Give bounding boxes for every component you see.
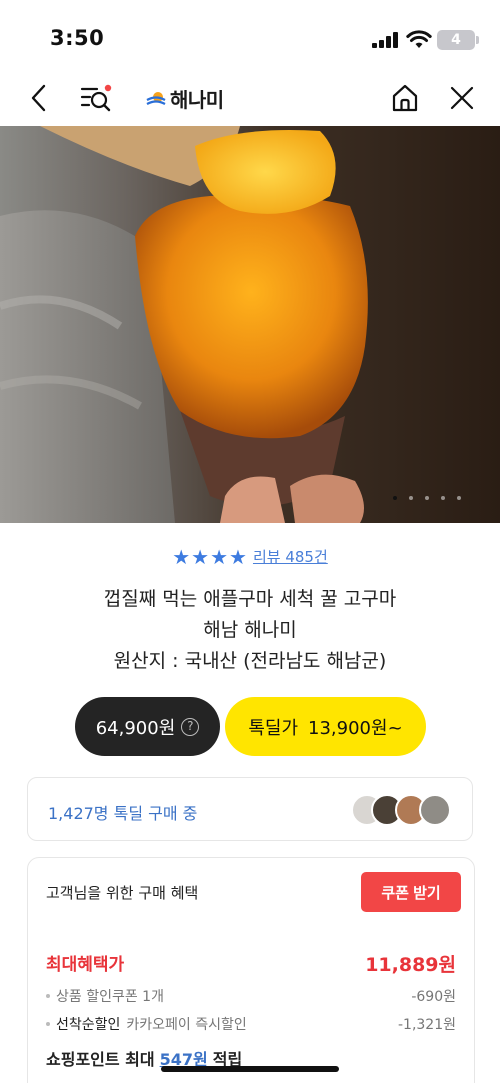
product-title-line: 껍질째 먹는 애플구마 세척 꿀 고구마 bbox=[103, 588, 397, 610]
buyer-avatars bbox=[351, 794, 451, 826]
max-benefit-label: 최대혜택가 bbox=[46, 955, 125, 975]
carousel-dot[interactable] bbox=[441, 496, 445, 500]
deal-price-label: 톡딜가 bbox=[248, 717, 299, 739]
battery-level: 4 bbox=[451, 32, 461, 48]
question-icon: ? bbox=[181, 717, 200, 736]
deal-price-value: 13,900원~ bbox=[308, 717, 403, 739]
origin-text: 원산지 : 국내산 (전라남도 해남군) bbox=[113, 650, 387, 672]
carousel-dot[interactable] bbox=[457, 496, 461, 500]
close-icon bbox=[450, 86, 474, 110]
product-rating: ★ ★ ★ ★ 리뷰 485건 bbox=[0, 546, 500, 567]
price-row: 64,900원 ? 톡딜가 13,900원~ bbox=[75, 697, 426, 756]
top-navigation-bar: 해나미 bbox=[0, 70, 500, 126]
carousel-dot[interactable] bbox=[393, 496, 397, 500]
sunrise-logo-icon bbox=[146, 92, 166, 105]
max-benefit-price: 11,889원 bbox=[365, 954, 456, 976]
bullet bbox=[46, 1022, 50, 1026]
instant-discount-row: 선착순할인 카카오페이 즉시할인 -1,321원 bbox=[46, 1014, 456, 1034]
product-title-line: 해남 해나미 bbox=[203, 619, 297, 641]
benefit-title: 고객님을 위한 구매 혜택 bbox=[46, 884, 199, 902]
bullet bbox=[46, 994, 50, 998]
coupon-discount-row: 상품 할인쿠폰 1개 -690원 bbox=[46, 986, 456, 1006]
regular-price: 64,900원 bbox=[95, 717, 176, 739]
carousel-dot[interactable] bbox=[409, 496, 413, 500]
home-icon bbox=[392, 84, 418, 112]
purchase-benefit-card: 고객님을 위한 구매 혜택 쿠폰 받기 최대혜택가 11,889원 상품 할인쿠… bbox=[27, 857, 475, 1083]
star-icon: ★ bbox=[191, 544, 210, 569]
cellular-signal-icon bbox=[372, 32, 400, 48]
back-button[interactable] bbox=[22, 70, 56, 126]
wifi-icon bbox=[406, 30, 432, 48]
sweet-potato-photo bbox=[0, 126, 368, 523]
star-icon: ★ bbox=[172, 544, 191, 569]
instant-discount-label: 카카오페이 즉시할인 bbox=[126, 1017, 247, 1033]
buying-now-banner[interactable]: 1,427명 톡딜 구매 중 bbox=[27, 777, 473, 841]
avatar bbox=[419, 794, 451, 826]
coupon-discount-label: 상품 할인쿠폰 1개 bbox=[56, 989, 164, 1005]
search-list-icon bbox=[80, 84, 112, 112]
points-prefix: 쇼핑포인트 최대 bbox=[46, 1050, 155, 1069]
home-indicator bbox=[161, 1066, 339, 1072]
close-button[interactable] bbox=[445, 70, 479, 126]
get-coupon-button[interactable]: 쿠폰 받기 bbox=[361, 872, 461, 912]
coupon-discount-value: -690원 bbox=[411, 989, 456, 1005]
deal-price-button[interactable]: 톡딜가 13,900원~ bbox=[225, 697, 426, 756]
home-button[interactable] bbox=[386, 70, 424, 126]
status-bar: 3:50 4 bbox=[0, 0, 500, 70]
review-count-link[interactable]: 리뷰 485건 bbox=[253, 546, 328, 567]
product-title: 껍질째 먹는 애플구마 세척 꿀 고구마 해남 해나미 원산지 : 국내산 (전… bbox=[0, 584, 500, 677]
instant-discount-tag: 선착순할인 bbox=[56, 1017, 121, 1033]
search-menu-button[interactable] bbox=[78, 70, 116, 126]
star-icon: ★ bbox=[210, 544, 229, 569]
product-image-carousel[interactable] bbox=[0, 126, 500, 523]
star-icon: ★ bbox=[229, 544, 247, 569]
status-time: 3:50 bbox=[50, 26, 105, 50]
brand-logo[interactable]: 해나미 bbox=[146, 84, 224, 112]
back-chevron-icon bbox=[31, 84, 46, 112]
regular-price-button[interactable]: 64,900원 ? bbox=[75, 697, 220, 756]
max-benefit-row: 최대혜택가 11,889원 bbox=[46, 950, 456, 977]
buying-count-text: 1,427명 톡딜 구매 중 bbox=[48, 804, 198, 823]
brand-name: 해나미 bbox=[170, 87, 224, 112]
rating-stars: ★ ★ ★ ★ bbox=[172, 547, 247, 567]
instant-discount-value: -1,321원 bbox=[397, 1017, 456, 1033]
battery-icon: 4 bbox=[437, 30, 479, 50]
carousel-indicator bbox=[393, 496, 461, 500]
carousel-dot[interactable] bbox=[425, 496, 429, 500]
